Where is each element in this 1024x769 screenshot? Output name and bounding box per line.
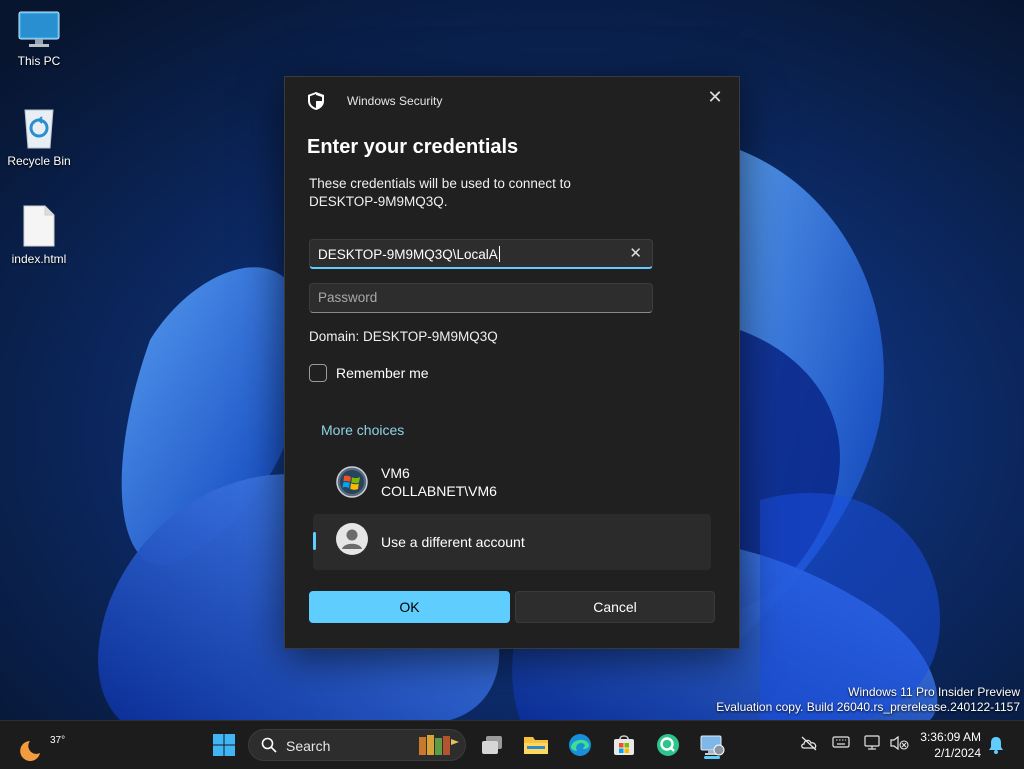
weather-widget[interactable]: 37° — [18, 727, 65, 763]
password-placeholder: Password — [318, 290, 378, 305]
dialog-window-title: Windows Security — [347, 94, 443, 108]
monitor-icon — [18, 11, 60, 47]
dialog-heading: Enter your credentials — [307, 136, 519, 158]
desktop-icon-index-html[interactable]: index.html — [1, 204, 77, 266]
remember-me-option[interactable]: Remember me — [309, 364, 429, 382]
active-app-indicator — [704, 756, 720, 759]
store-button[interactable] — [608, 729, 640, 761]
account-name: VM6 — [381, 465, 410, 481]
text-caret — [498, 246, 500, 262]
watermark-line-1: Windows 11 Pro Insider Preview — [848, 685, 1020, 699]
clear-text-icon[interactable]: ✕ — [629, 244, 642, 262]
notification-bell-icon[interactable] — [988, 736, 1004, 754]
remote-desktop-button[interactable] — [696, 729, 728, 761]
keyboard-icon[interactable] — [832, 735, 850, 749]
person-avatar-icon — [336, 523, 368, 555]
start-icon — [213, 734, 235, 756]
task-view-button[interactable] — [476, 729, 508, 761]
username-value: DESKTOP-9M9MQ3Q\LocalA — [318, 247, 498, 262]
remote-desktop-icon — [700, 735, 725, 756]
close-button[interactable]: ✕ — [701, 83, 729, 111]
search-label: Search — [286, 738, 331, 754]
clock-time: 3:36:09 AM — [920, 730, 981, 744]
search-icon — [261, 737, 277, 753]
password-field[interactable]: Password — [309, 283, 653, 313]
taskbar-clock[interactable]: 3:36:09 AM 2/1/2024 — [915, 729, 981, 761]
search-highlight-icon — [419, 735, 459, 755]
shield-icon — [308, 92, 324, 110]
close-icon: ✕ — [707, 86, 723, 107]
domain-label: Domain: DESKTOP-9M9MQ3Q — [309, 329, 498, 344]
file-icon — [23, 205, 55, 247]
volume-muted-icon[interactable] — [889, 735, 909, 751]
desktop-icon-recycle-bin[interactable]: Recycle Bin — [1, 106, 77, 168]
file-explorer-icon — [524, 737, 548, 754]
credentials-dialog: Windows Security ✕ Enter your credential… — [284, 76, 740, 649]
remember-me-checkbox[interactable] — [309, 364, 327, 382]
desktop-icon-this-pc[interactable]: This PC — [1, 10, 77, 68]
username-field[interactable]: DESKTOP-9M9MQ3Q\LocalA ✕ — [309, 239, 653, 269]
evaluation-watermark: Windows 11 Pro Insider Preview Evaluatio… — [716, 685, 1020, 715]
windows-logo-avatar-icon — [336, 466, 368, 498]
account-option-different[interactable]: Use a different account — [313, 514, 711, 570]
onedrive-offline-icon[interactable] — [800, 735, 818, 751]
taskbar-search-box[interactable]: Search — [248, 729, 466, 761]
edge-icon — [569, 734, 591, 756]
selection-indicator — [313, 532, 316, 550]
ok-button[interactable]: OK — [309, 591, 510, 623]
cancel-button[interactable]: Cancel — [515, 591, 715, 623]
desktop-icon-label: Recycle Bin — [7, 154, 71, 168]
network-icon[interactable] — [863, 735, 881, 751]
clock-date: 2/1/2024 — [934, 746, 981, 760]
account-option-vm6[interactable]: VM6 COLLABNET\VM6 — [313, 457, 711, 513]
app-icon — [657, 734, 679, 756]
dialog-description: These credentials will be used to connec… — [309, 176, 571, 209]
weather-moon-icon — [20, 741, 40, 761]
more-choices-link[interactable]: More choices — [321, 422, 404, 438]
account-name: Use a different account — [381, 534, 525, 550]
store-icon — [614, 735, 634, 755]
start-button[interactable] — [208, 729, 240, 761]
recycle-bin-icon — [24, 109, 54, 149]
weather-temperature: 37° — [50, 735, 66, 746]
edge-button[interactable] — [564, 729, 596, 761]
file-explorer-button[interactable] — [520, 729, 552, 761]
taskbar: 37° Search 3:36:09 AM 2/1/2024 — [0, 720, 1024, 769]
desktop-icon-label: index.html — [11, 252, 67, 266]
remember-me-label: Remember me — [336, 365, 429, 381]
account-detail: COLLABNET\VM6 — [381, 483, 497, 499]
task-view-icon — [482, 736, 502, 754]
watermark-line-2: Evaluation copy. Build 26040.rs_prerelea… — [716, 700, 1020, 714]
desktop-icon-label: This PC — [17, 54, 61, 68]
pinned-app-button[interactable] — [652, 729, 684, 761]
